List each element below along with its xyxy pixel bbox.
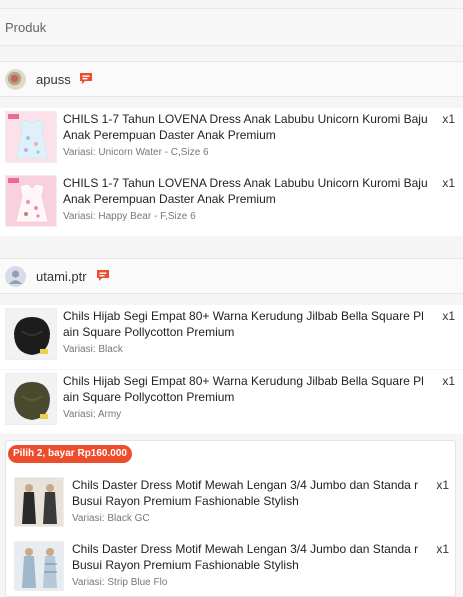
product-variant: Variasi: Happy Bear - F,Size 6 [63, 211, 196, 222]
shop-name: utami.ptr [36, 269, 87, 284]
product-item[interactable]: Chils Hijab Segi Empat 80+ Warna Kerudun… [0, 305, 463, 369]
bundle-deal-badge[interactable]: Pilih 2, bayar Rp160.000 [8, 445, 132, 463]
product-thumbnail [5, 373, 57, 425]
products-header: Produk [0, 8, 463, 46]
bundle-deal-group: Pilih 2, bayar Rp160.000 Chils Daster Dr… [5, 440, 456, 597]
product-item[interactable]: CHILS 1-7 Tahun LOVENA Dress Anak Labubu… [0, 172, 463, 236]
default-user-icon [9, 270, 22, 284]
shop-avatar [5, 266, 26, 287]
shop-avatar [5, 69, 26, 90]
product-thumbnail [14, 477, 64, 527]
product-quantity: x1 [436, 542, 449, 556]
chat-bubble-icon[interactable] [96, 269, 110, 282]
product-thumbnail [14, 541, 64, 591]
product-item[interactable]: Chils Hijab Segi Empat 80+ Warna Kerudun… [0, 370, 463, 434]
shop-header-utami-ptr[interactable]: utami.ptr [0, 258, 463, 294]
product-thumbnail [5, 175, 57, 227]
product-variant: Variasi: Black [63, 344, 123, 355]
product-title: CHILS 1-7 Tahun LOVENA Dress Anak Labubu… [63, 176, 428, 206]
product-variant: Variasi: Strip Blue Flo [72, 577, 168, 588]
product-title: Chils Hijab Segi Empat 80+ Warna Kerudun… [63, 374, 424, 404]
product-item[interactable]: CHILS 1-7 Tahun LOVENA Dress Anak Labubu… [0, 108, 463, 172]
product-quantity: x1 [442, 309, 455, 323]
product-quantity: x1 [436, 478, 449, 492]
product-quantity: x1 [442, 112, 455, 126]
shop-header-apuss[interactable]: apuss [0, 61, 463, 97]
product-variant: Variasi: Unicorn Water - C,Size 6 [63, 147, 209, 158]
product-title: Chils Daster Dress Motif Mewah Lengan 3/… [72, 478, 419, 508]
shop-name: apuss [36, 72, 71, 87]
products-header-title: Produk [5, 20, 47, 35]
product-title: CHILS 1-7 Tahun LOVENA Dress Anak Labubu… [63, 112, 428, 142]
product-quantity: x1 [442, 176, 455, 190]
product-thumbnail [5, 308, 57, 360]
product-thumbnail [5, 111, 57, 163]
product-variant: Variasi: Army [63, 409, 122, 420]
product-variant: Variasi: Black GC [72, 513, 150, 524]
product-title: Chils Daster Dress Motif Mewah Lengan 3/… [72, 542, 419, 572]
chat-bubble-icon[interactable] [79, 72, 93, 85]
product-quantity: x1 [442, 374, 455, 388]
product-title: Chils Hijab Segi Empat 80+ Warna Kerudun… [63, 309, 424, 339]
product-item[interactable]: Chils Daster Dress Motif Mewah Lengan 3/… [6, 474, 455, 536]
product-item[interactable]: Chils Daster Dress Motif Mewah Lengan 3/… [6, 538, 455, 597]
